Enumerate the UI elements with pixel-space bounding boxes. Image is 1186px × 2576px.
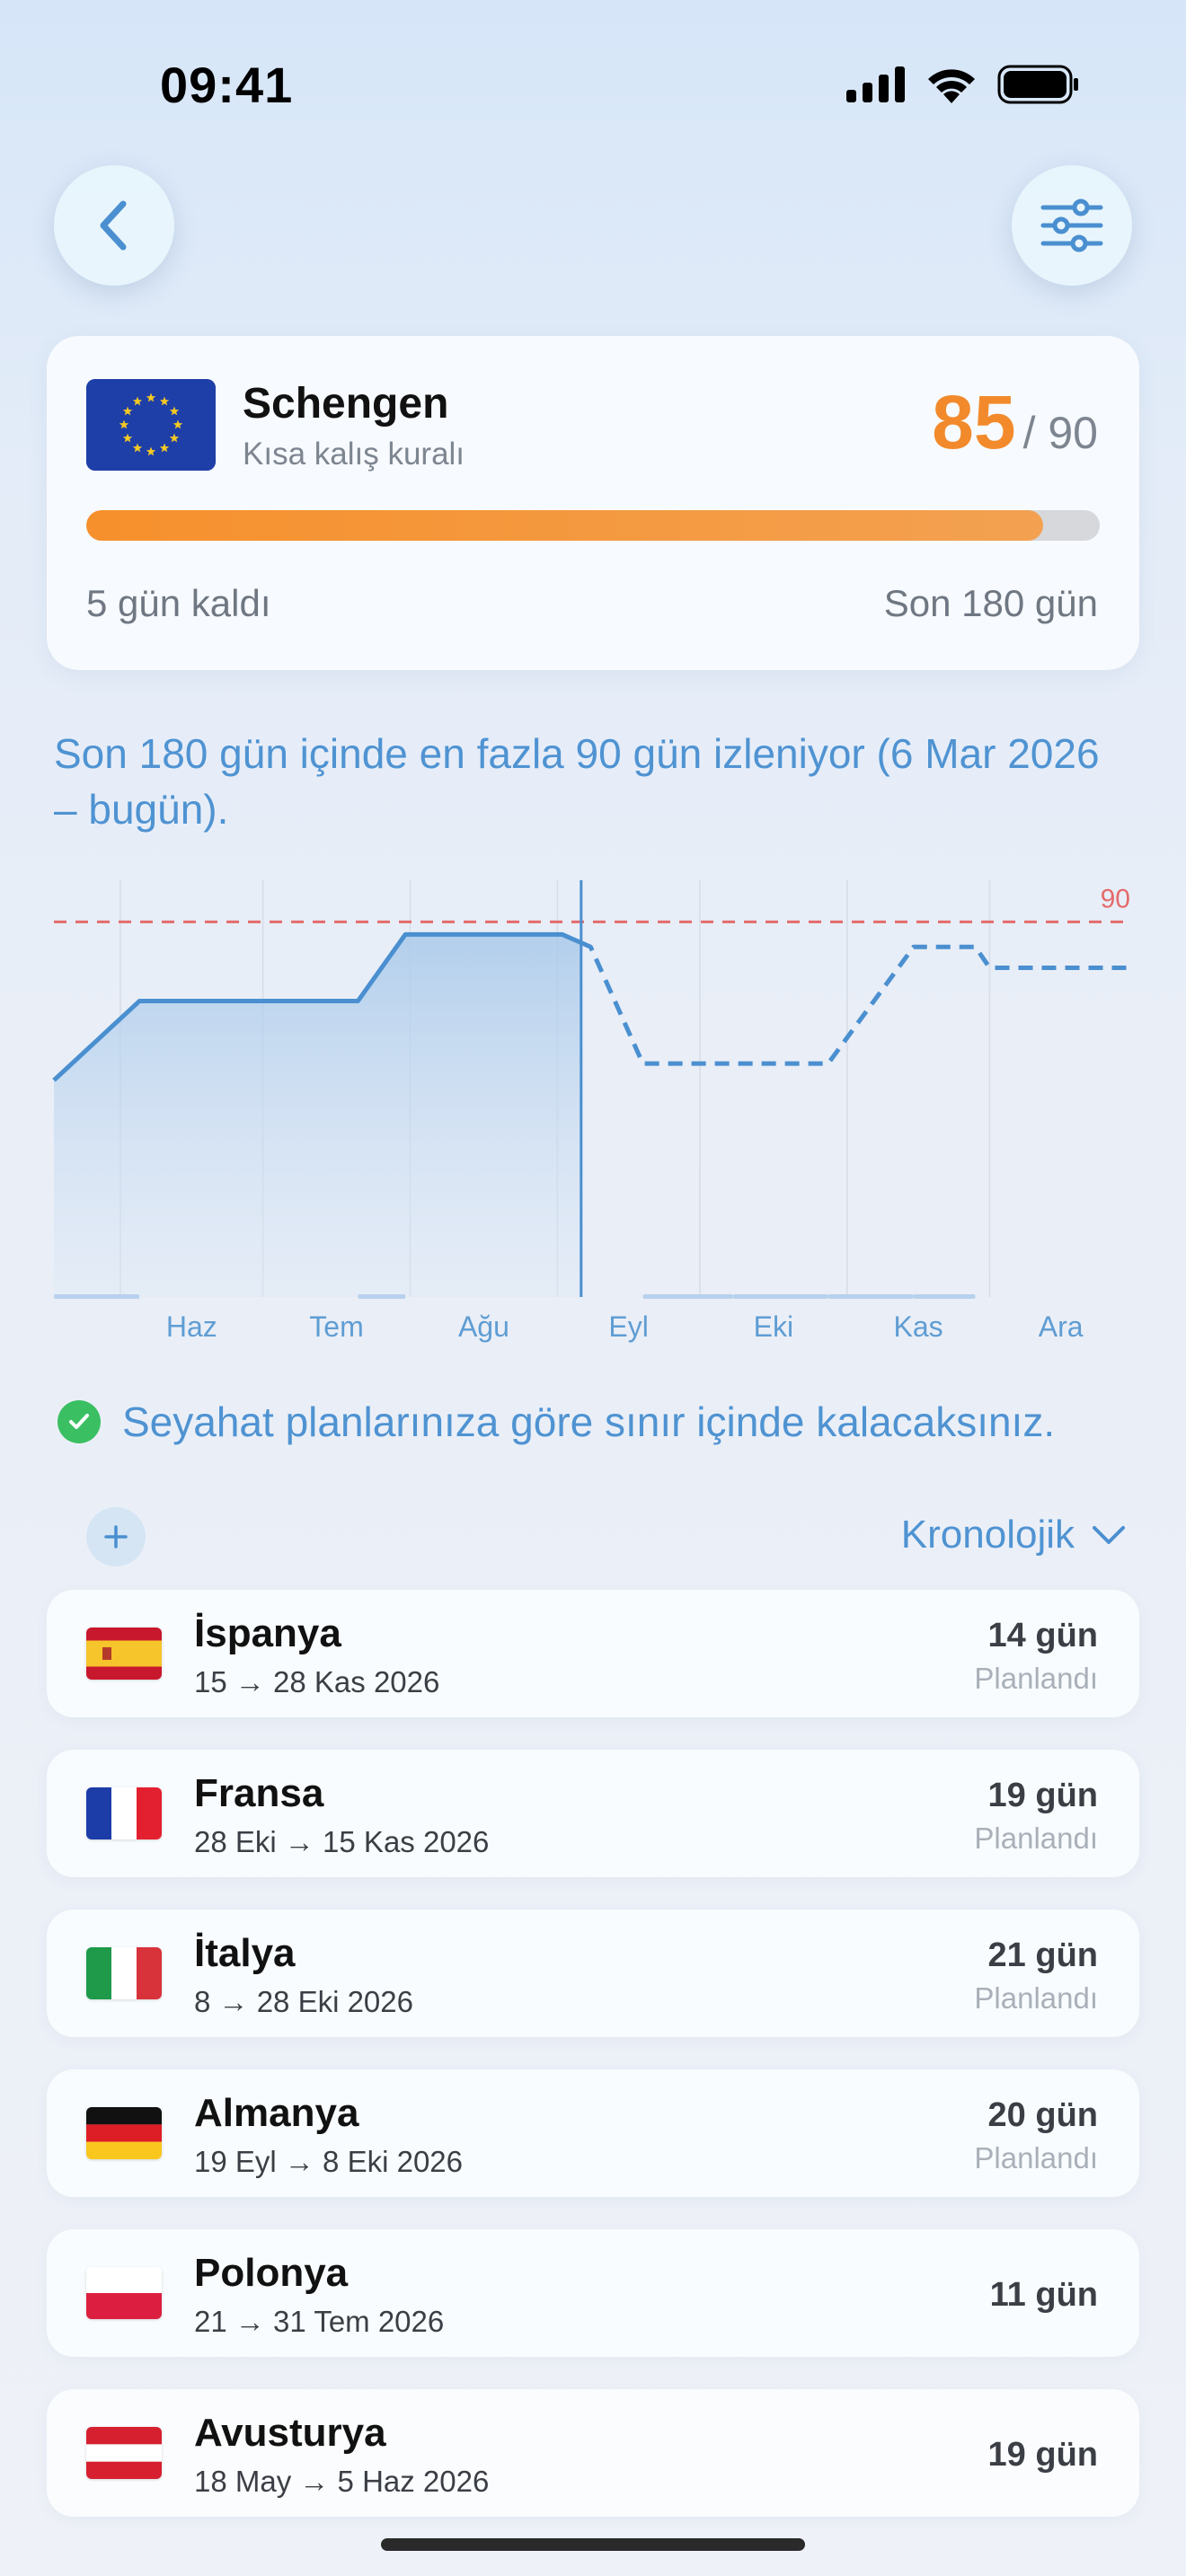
zone-title: Schengen	[243, 380, 449, 428]
trip-dates: 18 May → 5 Haz 2026	[194, 2465, 490, 2498]
month-tick-label: Haz	[166, 1310, 217, 1343]
back-button[interactable]	[54, 165, 174, 286]
plus-icon	[104, 1525, 128, 1548]
trip-bar	[913, 1294, 976, 1299]
trip-bar	[828, 1294, 914, 1299]
month-tick-label: Eki	[754, 1310, 793, 1343]
eu-flag-icon	[86, 379, 216, 471]
trip-days: 14 gün	[987, 1617, 1098, 1654]
trip-country: Almanya	[194, 2091, 359, 2135]
trip-row[interactable]: Almanya 19 Eyl → 8 Eki 2026 20 gün Planland…	[47, 2069, 1139, 2197]
trip-days: 21 gün	[987, 1936, 1098, 1974]
month-tick-label: Ara	[1039, 1310, 1084, 1343]
trip-dates: 28 Eki → 15 Kas 2026	[194, 1825, 490, 1858]
trip-country: İtalya	[194, 1931, 296, 1975]
trip-row[interactable]: Avusturya 18 May → 5 Haz 2026 19 gün	[47, 2389, 1139, 2517]
trip-row[interactable]: Polonya 21 → 31 Tem 2026 11 gün	[47, 2229, 1139, 2357]
germany-flag-icon	[86, 2107, 162, 2159]
filter-button[interactable]	[1012, 165, 1132, 286]
trip-dates: 19 Eyl → 8 Eki 2026	[194, 2145, 463, 2178]
trip-days: 20 gün	[987, 2096, 1098, 2134]
home-indicator[interactable]	[381, 2538, 805, 2551]
trip-dates: 8 → 28 Eki 2026	[194, 1985, 413, 2018]
signal-icon	[846, 66, 905, 102]
trip-days: 19 gün	[987, 2436, 1098, 2474]
window-label: Son 180 gün	[883, 582, 1098, 624]
checkmark-icon	[58, 1400, 101, 1443]
trip-dates: 21 → 31 Tem 2026	[194, 2305, 445, 2338]
trip-status: Planlandı	[974, 1662, 1098, 1695]
status-icons	[846, 65, 1080, 104]
trip-status: Planlandı	[974, 1822, 1098, 1855]
france-flag-icon	[86, 1787, 162, 1839]
wifi-icon	[928, 69, 975, 103]
poland-flag-icon	[86, 2267, 162, 2319]
chevron-left-icon	[100, 200, 127, 251]
chevron-down-icon	[1093, 1526, 1125, 1544]
max-days: / 90	[1022, 408, 1098, 458]
usage-progress-bar	[86, 510, 1100, 541]
sort-label: Kronolojik	[900, 1513, 1075, 1557]
trip-bar	[358, 1294, 406, 1299]
schengen-summary-card[interactable]: Schengen Kısa kalış kuralı 85 / 90 5 gün…	[47, 336, 1139, 670]
trip-bar	[642, 1294, 733, 1299]
trip-status: Planlandı	[974, 1981, 1098, 2015]
trip-row[interactable]: Fransa 28 Eki → 15 Kas 2026 19 gün Planland…	[47, 1750, 1139, 1877]
trip-bar	[54, 1294, 140, 1299]
trip-row[interactable]: İspanya 15 → 28 Kas 2026 14 gün Planlandı	[47, 1590, 1139, 1717]
status-row: Seyahat planlarınıza göre sınır içinde k…	[58, 1398, 1055, 1446]
trip-days: 19 gün	[987, 1777, 1098, 1814]
usage-progress-fill	[86, 510, 1043, 541]
used-days: 85	[932, 380, 1016, 464]
status-message: Seyahat planlarınıza göre sınır içinde k…	[122, 1398, 1056, 1445]
trip-list: İspanya 15 → 28 Kas 2026 14 gün Planlandı Fr…	[47, 1590, 1139, 2549]
status-bar: 09:41	[0, 0, 1186, 162]
month-tick-label: Kas	[894, 1310, 943, 1343]
month-tick-label: Ağu	[458, 1310, 509, 1343]
trip-country: Avusturya	[194, 2411, 386, 2455]
battery-icon	[997, 65, 1078, 104]
limit-label: 90	[1101, 884, 1130, 913]
trip-days: 11 gün	[989, 2276, 1098, 2314]
trip-country: Fransa	[194, 1771, 324, 1815]
zone-subtitle: Kısa kalış kuralı	[243, 437, 465, 472]
italy-flag-icon	[86, 1947, 162, 1999]
day-count: 85 / 90	[932, 379, 1098, 466]
remaining-days-label: 5 gün kaldı	[86, 582, 271, 624]
add-trip-button[interactable]	[86, 1507, 146, 1566]
month-tick-label: Eyl	[608, 1310, 648, 1343]
trip-bar	[732, 1294, 828, 1299]
austria-flag-icon	[86, 2427, 162, 2479]
trip-row[interactable]: İtalya 8 → 28 Eki 2026 21 gün Planlandı	[47, 1910, 1139, 2037]
trip-dates: 15 → 28 Kas 2026	[194, 1665, 440, 1698]
trip-country: İspanya	[194, 1611, 341, 1655]
usage-area	[54, 934, 581, 1297]
trip-country: Polonya	[194, 2251, 349, 2295]
sliders-icon	[1040, 198, 1103, 252]
usage-chart[interactable]: Haz Tem Ağu Eyl Eki Kas Ara 90	[0, 862, 1186, 1365]
info-text: Son 180 gün içinde en fazla 90 gün izlen…	[54, 730, 1100, 833]
trip-status: Planlandı	[974, 2141, 1098, 2175]
projection-line	[580, 940, 1132, 1066]
spain-flag-icon	[86, 1628, 162, 1680]
month-tick-label: Tem	[309, 1310, 363, 1343]
sort-button[interactable]: Kronolojik	[901, 1513, 1127, 1557]
status-time: 09:41	[160, 57, 294, 113]
